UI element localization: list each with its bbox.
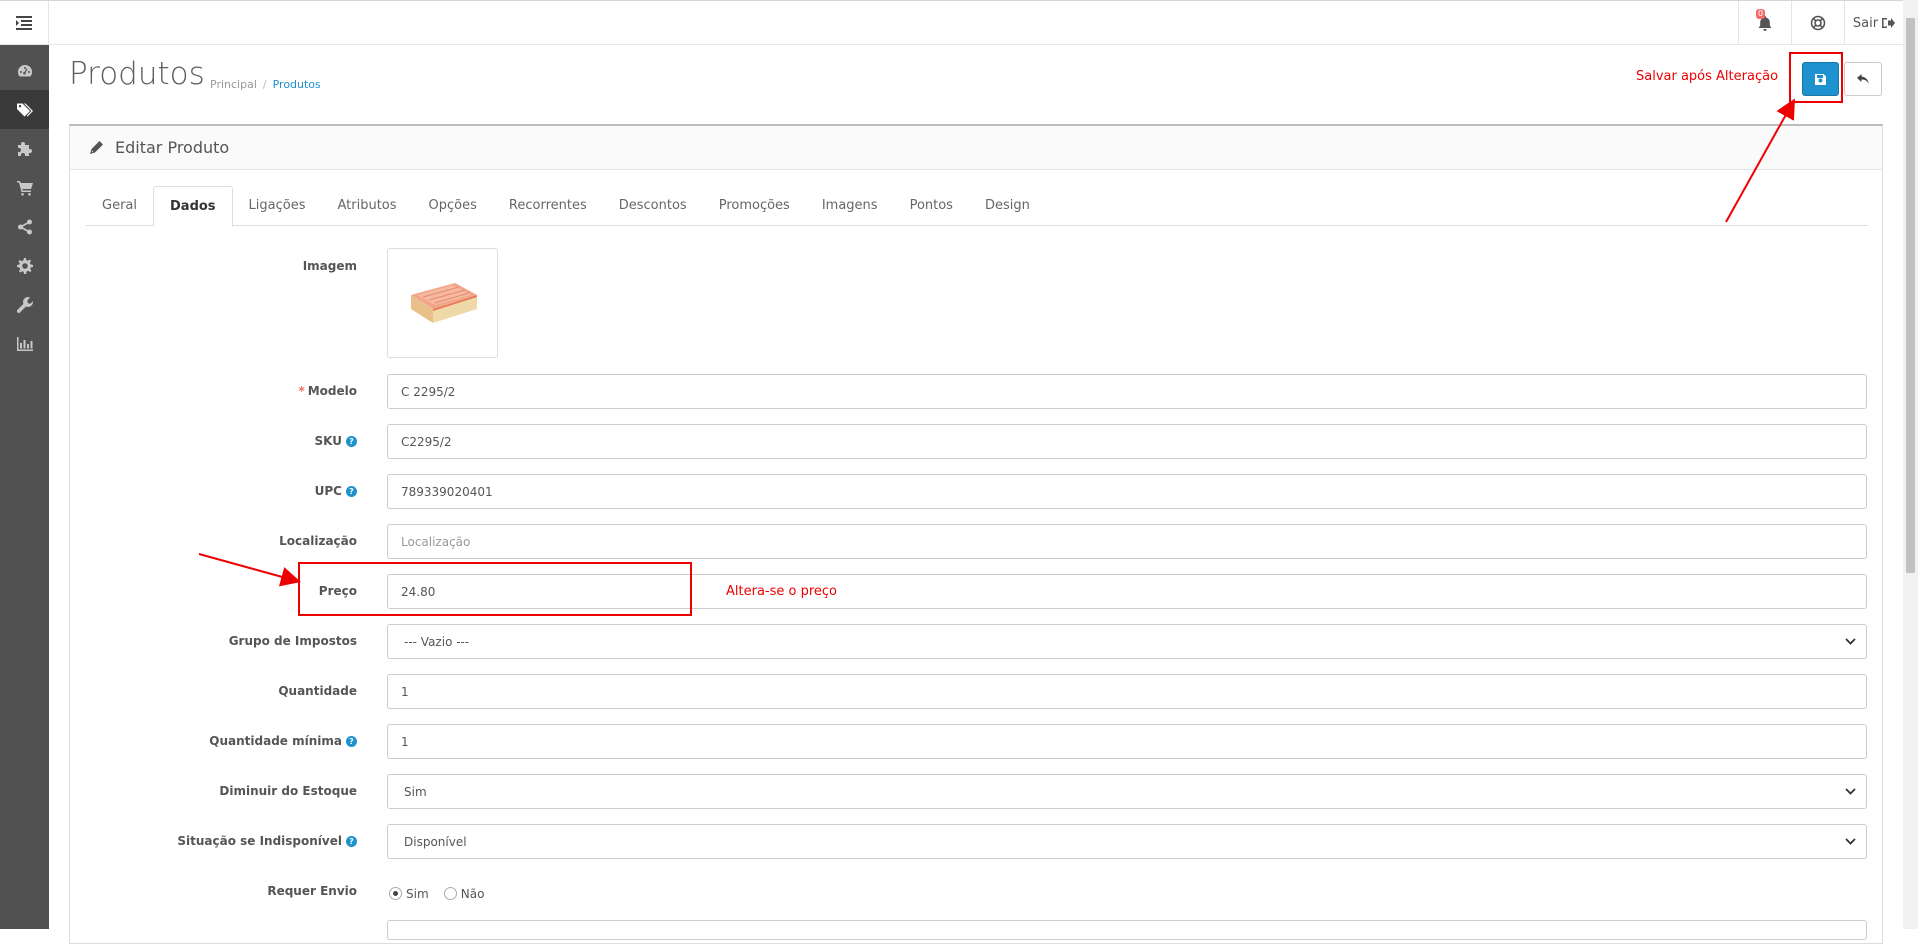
tab-pontos[interactable]: Pontos bbox=[894, 186, 969, 226]
sidebar-item-reports[interactable] bbox=[0, 324, 49, 363]
notification-badge: 0 bbox=[1756, 9, 1766, 19]
life-ring-icon bbox=[1810, 15, 1826, 31]
indent-menu-icon bbox=[16, 16, 32, 30]
requires-shipping-label: Requer Envio bbox=[267, 884, 357, 898]
panel-heading: Editar Produto bbox=[70, 126, 1882, 170]
logout-label: Sair bbox=[1852, 15, 1879, 31]
share-icon bbox=[17, 219, 32, 234]
help-question-icon: ? bbox=[346, 736, 357, 747]
top-header: 0 Sair bbox=[0, 0, 1903, 45]
sidebar-item-sales[interactable] bbox=[0, 168, 49, 207]
scrollbar-thumb[interactable] bbox=[1906, 18, 1915, 573]
bar-chart-icon bbox=[16, 336, 33, 351]
save-annotation: Salvar após Alteração bbox=[1636, 69, 1779, 84]
tab-dados[interactable]: Dados bbox=[153, 186, 233, 227]
help-question-icon: ? bbox=[346, 436, 357, 447]
minimum-quantity-label: Quantidade mínima? bbox=[209, 734, 357, 748]
page-title: Produtos bbox=[69, 56, 205, 92]
tax-class-value: --- Vazio --- bbox=[404, 634, 470, 649]
tax-class-label: Grupo de Impostos bbox=[228, 634, 357, 648]
help-question-icon: ? bbox=[346, 836, 357, 847]
save-highlight-box bbox=[1789, 52, 1843, 103]
upc-label: UPC? bbox=[315, 484, 357, 498]
quantity-label: Quantidade bbox=[278, 684, 357, 698]
location-label: Localização bbox=[279, 534, 357, 548]
product-image-thumbnail[interactable] bbox=[387, 248, 498, 358]
wrench-icon bbox=[16, 296, 33, 313]
model-label: * Modelo bbox=[298, 384, 357, 398]
breadcrumb: Principal / Produtos bbox=[210, 78, 321, 91]
breadcrumb-home[interactable]: Principal bbox=[210, 78, 257, 91]
help-question-icon: ? bbox=[346, 486, 357, 497]
tab-opcoes[interactable]: Opções bbox=[413, 186, 493, 226]
sidebar bbox=[0, 45, 49, 929]
next-field-input[interactable] bbox=[387, 920, 1867, 940]
out-of-stock-status-value: Disponível bbox=[404, 834, 467, 849]
reply-icon bbox=[1857, 74, 1869, 84]
price-highlight-box bbox=[298, 562, 692, 616]
subtract-stock-value: Sim bbox=[404, 784, 427, 799]
breadcrumb-current[interactable]: Produtos bbox=[273, 78, 321, 91]
page-scrollbar[interactable] bbox=[1903, 0, 1918, 929]
upc-input[interactable] bbox=[387, 474, 1867, 509]
shipping-no-radio[interactable]: Não bbox=[443, 887, 484, 901]
tab-promocoes[interactable]: Promoções bbox=[703, 186, 806, 226]
logout-button[interactable]: Sair bbox=[1844, 1, 1903, 45]
subtract-stock-label: Diminuir do Estoque bbox=[219, 784, 357, 798]
back-button[interactable] bbox=[1844, 62, 1882, 96]
minimum-quantity-input[interactable] bbox=[387, 724, 1867, 759]
sku-label: SKU? bbox=[315, 434, 357, 448]
chevron-down-icon bbox=[1845, 838, 1856, 845]
sidebar-item-dashboard[interactable] bbox=[0, 51, 49, 90]
location-input[interactable] bbox=[387, 524, 1867, 559]
cart-icon bbox=[16, 180, 33, 196]
sidebar-item-catalog[interactable] bbox=[0, 90, 49, 129]
gear-icon bbox=[16, 257, 33, 274]
pencil-icon bbox=[90, 141, 103, 154]
subtract-stock-select[interactable]: Sim bbox=[387, 774, 1867, 809]
air-filter-product-image bbox=[410, 283, 477, 323]
sidebar-item-maintenance[interactable] bbox=[0, 285, 49, 324]
menu-toggle-button[interactable] bbox=[0, 1, 49, 45]
tab-atributos[interactable]: Atributos bbox=[322, 186, 413, 226]
quantity-input[interactable] bbox=[387, 674, 1867, 709]
price-annotation: Altera-se o preço bbox=[726, 584, 838, 599]
tab-descontos[interactable]: Descontos bbox=[603, 186, 703, 226]
model-input[interactable] bbox=[387, 374, 1867, 409]
image-label: Imagem bbox=[302, 259, 357, 273]
dashboard-icon bbox=[17, 64, 32, 76]
tab-recorrentes[interactable]: Recorrentes bbox=[493, 186, 603, 226]
sidebar-item-system[interactable] bbox=[0, 246, 49, 285]
help-button[interactable] bbox=[1791, 1, 1844, 45]
sku-input[interactable] bbox=[387, 424, 1867, 459]
tab-bar: Geral Dados Ligações Atributos Opções Re… bbox=[86, 186, 1868, 227]
tab-imagens[interactable]: Imagens bbox=[806, 186, 894, 226]
out-of-stock-status-select[interactable]: Disponível bbox=[387, 824, 1867, 859]
sign-out-icon bbox=[1882, 18, 1896, 28]
chevron-down-icon bbox=[1845, 638, 1856, 645]
out-of-stock-status-label: Situação se Indisponível? bbox=[177, 834, 357, 848]
shipping-yes-radio[interactable]: Sim bbox=[389, 887, 429, 901]
tab-ligacoes[interactable]: Ligações bbox=[233, 186, 322, 226]
panel-title: Editar Produto bbox=[115, 138, 230, 157]
sidebar-item-extensions[interactable] bbox=[0, 129, 49, 168]
tab-design[interactable]: Design bbox=[969, 186, 1046, 226]
puzzle-icon bbox=[17, 141, 32, 156]
tax-class-select[interactable]: --- Vazio --- bbox=[387, 624, 1867, 659]
notifications-button[interactable]: 0 bbox=[1738, 1, 1791, 45]
chevron-down-icon bbox=[1845, 788, 1856, 795]
tags-icon bbox=[16, 103, 33, 116]
tab-geral[interactable]: Geral bbox=[86, 186, 153, 226]
sidebar-item-marketing[interactable] bbox=[0, 207, 49, 246]
requires-shipping-radios: Sim Não bbox=[389, 885, 494, 904]
